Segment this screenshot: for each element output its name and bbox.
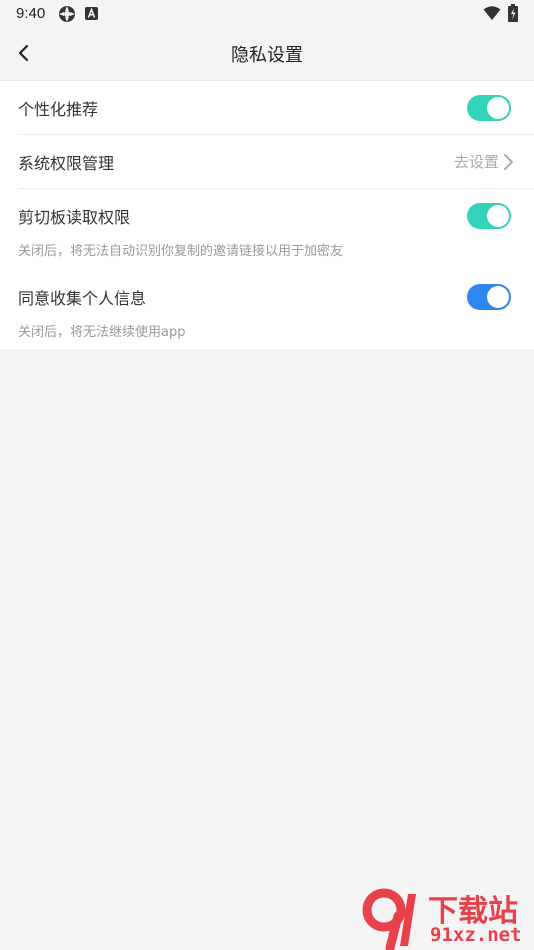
app-header: 隐私设置 <box>0 27 534 80</box>
wifi-icon <box>483 6 501 20</box>
setting-label: 系统权限管理 <box>18 153 115 173</box>
status-time: 9:40 <box>16 5 46 22</box>
watermark-logo-icon <box>362 888 416 950</box>
go-settings-link[interactable]: 去设置 <box>454 151 514 172</box>
status-bar: 9:40 <box>0 0 534 27</box>
watermark-text-bottom: 91xz.net <box>430 924 522 946</box>
setting-row-clipboard: 剪切板读取权限 <box>0 189 534 242</box>
settings-list: 个性化推荐 系统权限管理 去设置 剪切板读取权限 关闭后，将无法自动识别你复制的… <box>0 80 534 349</box>
setting-label: 同意收集个人信息 <box>18 288 147 308</box>
setting-row-permissions[interactable]: 系统权限管理 去设置 <box>0 135 534 188</box>
toggle-knob <box>487 286 509 308</box>
battery-icon <box>508 4 518 22</box>
setting-row-collect-info: 同意收集个人信息 <box>0 270 534 323</box>
a-icon <box>85 7 98 20</box>
setting-label: 剪切板读取权限 <box>18 207 131 227</box>
setting-description: 关闭后，将无法继续使用app <box>18 325 186 340</box>
page-title: 隐私设置 <box>231 45 303 66</box>
go-settings-label: 去设置 <box>453 153 499 171</box>
setting-row-personalized: 个性化推荐 <box>0 81 534 134</box>
chevron-right-icon <box>504 153 513 170</box>
watermark: 下载站 91xz.net <box>360 886 534 950</box>
clipboard-toggle[interactable] <box>467 203 511 229</box>
setting-description: 关闭后，将无法自动识别你复制的邀请链接以用于加密友 <box>18 244 344 259</box>
personalized-toggle[interactable] <box>467 95 511 121</box>
setting-label: 个性化推荐 <box>18 99 99 119</box>
collect-info-toggle[interactable] <box>467 284 511 310</box>
toggle-knob <box>487 205 509 227</box>
toggle-knob <box>487 97 509 119</box>
settings-icon <box>59 6 75 22</box>
